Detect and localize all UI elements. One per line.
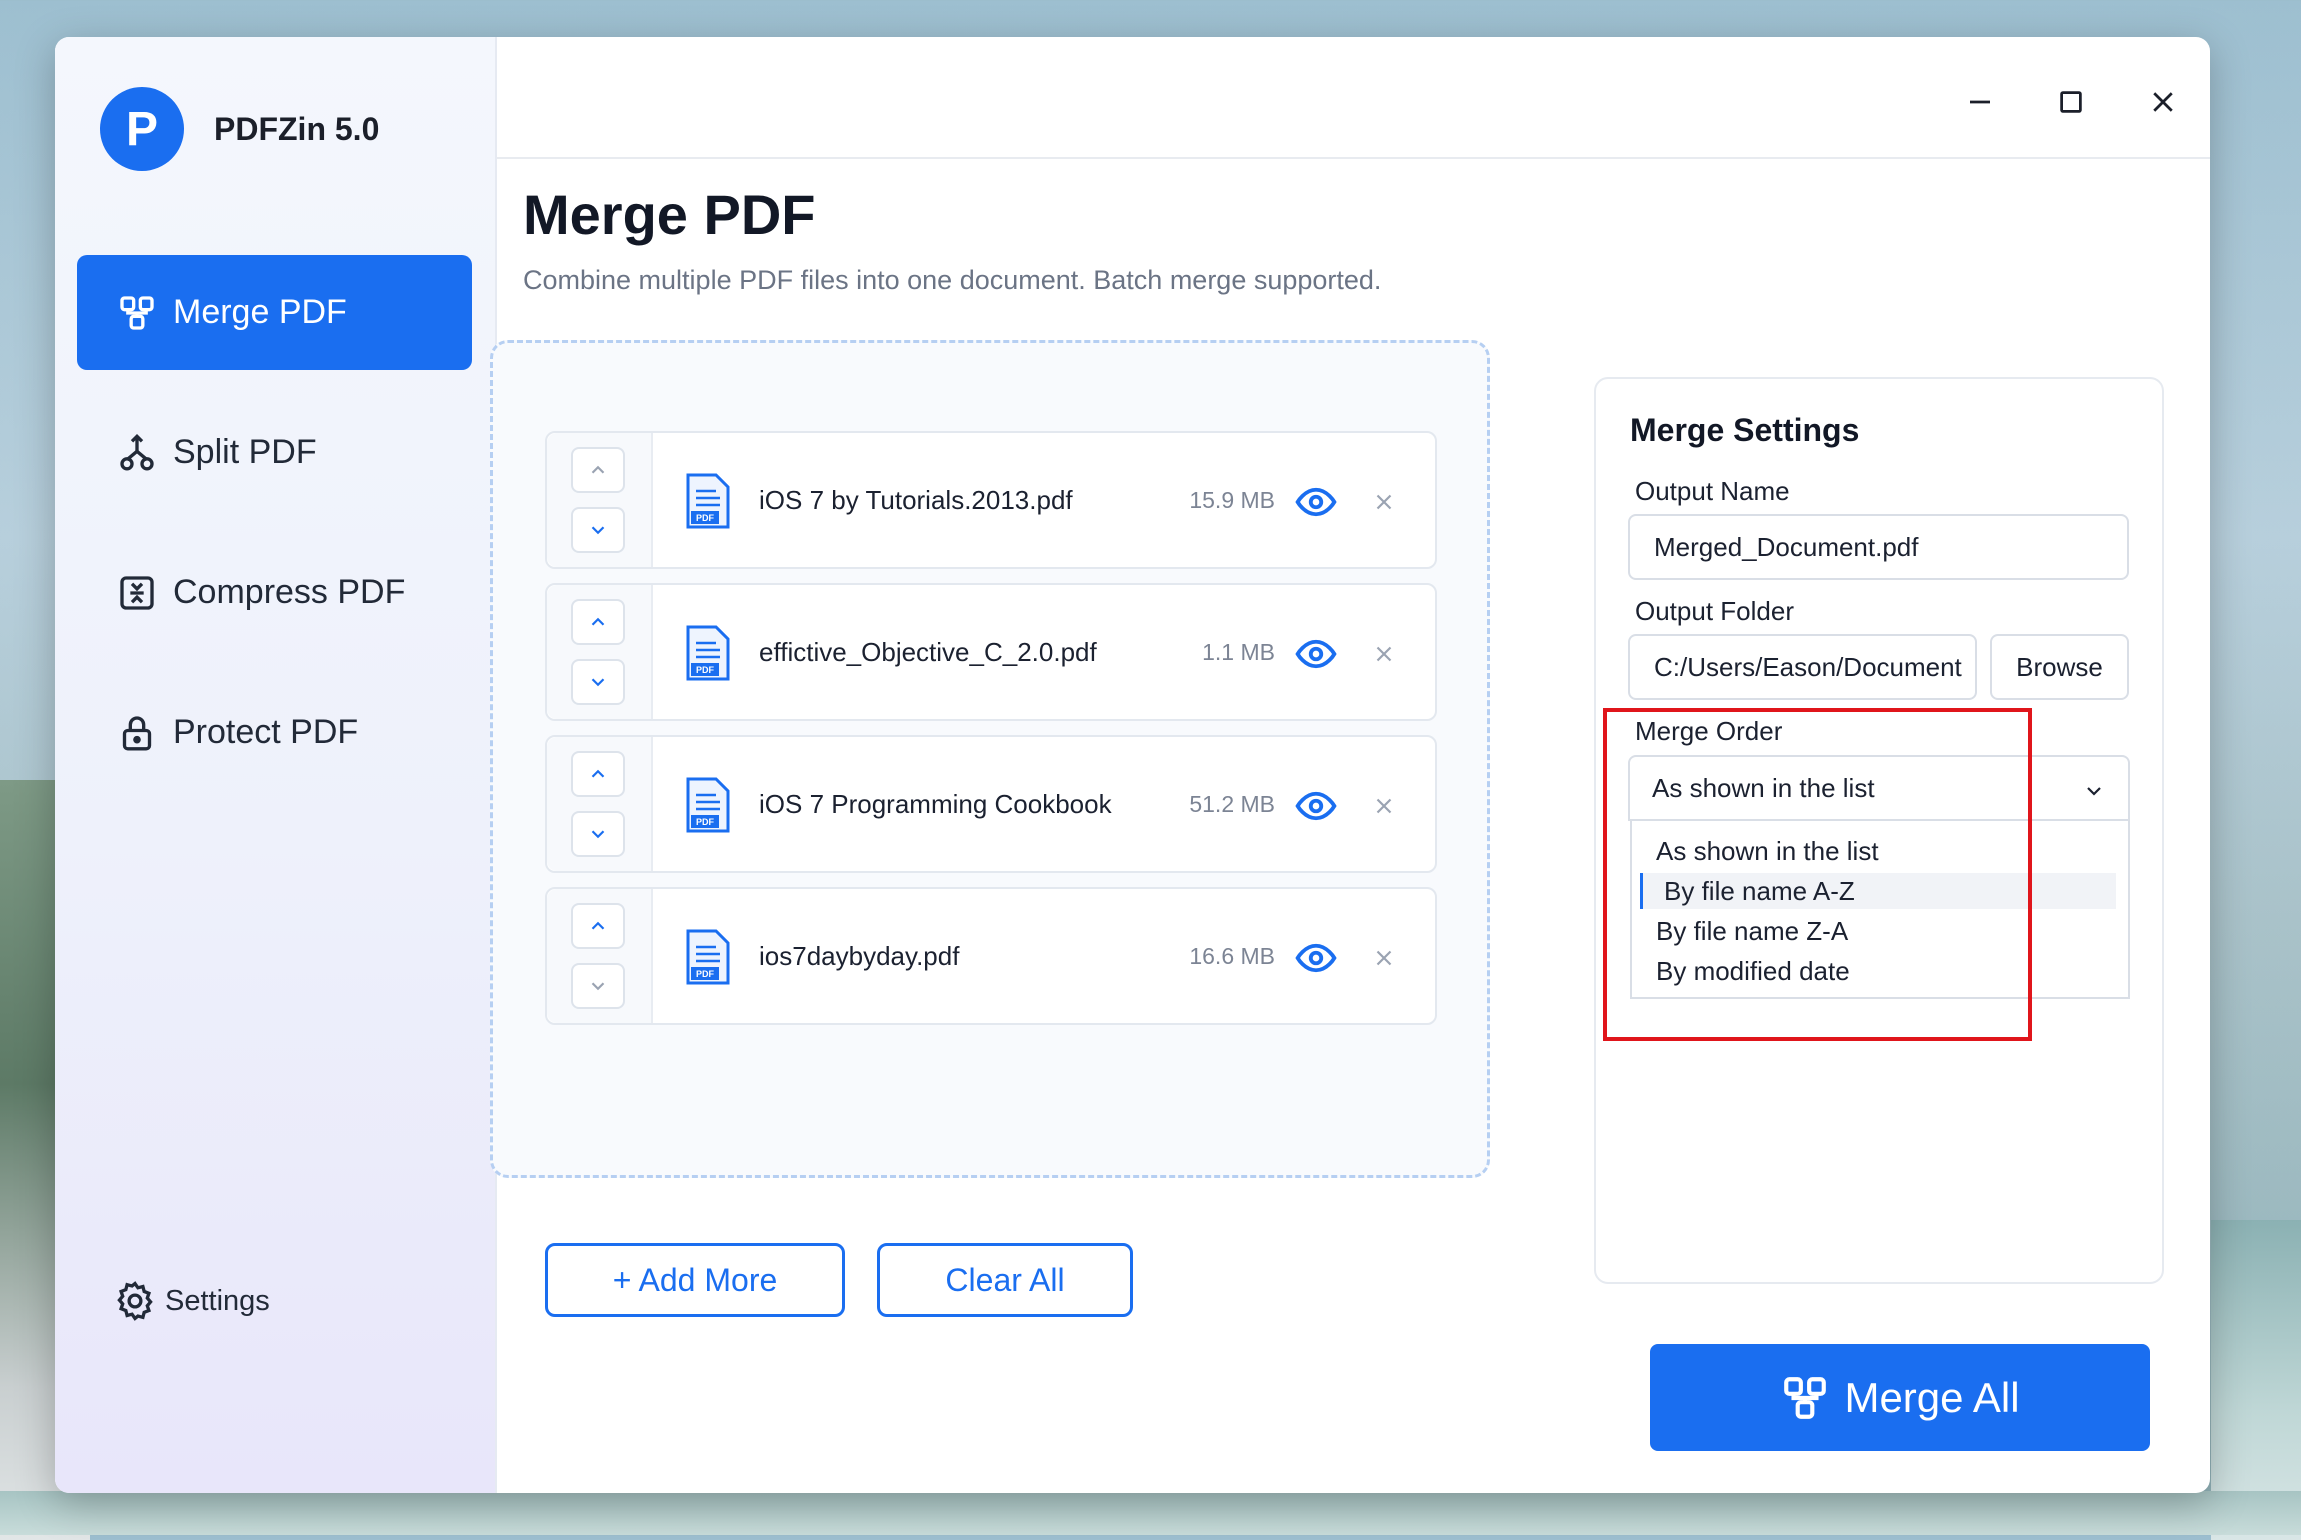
minimize-button[interactable]	[1955, 77, 2005, 127]
sidebar-item-protect-pdf[interactable]: Protect PDF	[77, 675, 472, 790]
pdf-file-icon: PDF	[686, 929, 730, 985]
move-up-button[interactable]	[571, 903, 625, 949]
merge-all-label: Merge All	[1844, 1373, 2020, 1421]
output-folder-label: Output Folder	[1635, 596, 1794, 626]
pdf-file-icon: PDF	[686, 777, 730, 833]
file-name: effictive_Objective_C_2.0.pdf	[759, 637, 1097, 667]
chevron-up-icon	[591, 617, 605, 626]
remove-file-icon[interactable]	[1371, 641, 1397, 667]
chevron-down-icon	[591, 678, 605, 687]
maximize-icon	[2060, 91, 2082, 113]
lock-icon	[122, 715, 152, 750]
remove-file-icon[interactable]	[1371, 793, 1397, 819]
merge-icon	[1784, 1376, 1827, 1419]
merge-order-option[interactable]: By file name A-Z	[1640, 873, 2116, 909]
sidebar-item-compress-pdf[interactable]: Compress PDF	[77, 535, 472, 650]
chevron-up-icon	[591, 465, 605, 474]
file-row[interactable]: PDF ios7daybyday.pdf 16.6 MB	[545, 887, 1437, 1025]
svg-text:PDF: PDF	[696, 969, 715, 979]
settings-label: Settings	[165, 1284, 270, 1317]
minimize-icon	[1970, 100, 1990, 104]
output-name-label: Output Name	[1635, 476, 1790, 506]
chevron-up-icon	[591, 921, 605, 930]
settings-button[interactable]: Settings	[113, 1279, 270, 1323]
merge-order-dropdown: As shown in the list By file name A-Z By…	[1630, 821, 2130, 999]
file-size: 51.2 MB	[1189, 791, 1275, 817]
chevron-down-icon	[2087, 787, 2101, 796]
merge-order-option[interactable]: By modified date	[1632, 953, 2116, 989]
file-row[interactable]: PDF iOS 7 Programming Cookbook 51.2 MB	[545, 735, 1437, 873]
sidebar-item-label: Split PDF	[173, 433, 317, 471]
close-icon	[2153, 92, 2173, 112]
file-name: ios7daybyday.pdf	[759, 941, 960, 971]
merge-order-label: Merge Order	[1635, 716, 1783, 746]
maximize-button[interactable]	[2046, 77, 2096, 127]
merge-all-button[interactable]: Merge All	[1650, 1344, 2150, 1451]
chevron-down-icon	[591, 982, 605, 991]
file-size: 15.9 MB	[1189, 487, 1275, 513]
file-row[interactable]: PDF iOS 7 by Tutorials.2013.pdf 15.9 MB	[545, 431, 1437, 569]
split-icon	[120, 433, 154, 470]
move-up-button[interactable]	[571, 599, 625, 645]
chevron-down-icon	[591, 830, 605, 839]
sidebar-item-label: Compress PDF	[173, 573, 406, 611]
preview-eye-icon[interactable]	[1295, 937, 1337, 979]
browse-button[interactable]: Browse	[1990, 634, 2129, 700]
close-window-button[interactable]	[2138, 77, 2188, 127]
preview-eye-icon[interactable]	[1295, 481, 1337, 523]
wallpaper-bottom	[0, 1491, 2301, 1535]
page-title: Merge PDF	[523, 183, 816, 246]
output-folder-input[interactable]: C:/Users/Eason/Document	[1628, 634, 1977, 700]
reorder-controls	[547, 585, 653, 719]
svg-text:PDF: PDF	[696, 665, 715, 675]
sidebar-item-label: Protect PDF	[173, 713, 359, 751]
sidebar-item-split-pdf[interactable]: Split PDF	[77, 395, 472, 510]
move-up-button[interactable]	[571, 447, 625, 493]
reorder-controls	[547, 433, 653, 567]
svg-text:PDF: PDF	[696, 817, 715, 827]
merge-order-select[interactable]: As shown in the list	[1628, 755, 2130, 821]
svg-text:PDF: PDF	[696, 513, 715, 523]
merge-order-option[interactable]: As shown in the list	[1632, 833, 2116, 869]
clear-all-button[interactable]: Clear All	[877, 1243, 1133, 1317]
page-subtitle: Combine multiple PDF files into one docu…	[523, 265, 1382, 295]
move-up-button[interactable]	[571, 751, 625, 797]
sidebar-item-label: Merge PDF	[173, 293, 347, 331]
app-logo: P	[100, 87, 184, 171]
file-name: iOS 7 by Tutorials.2013.pdf	[759, 485, 1073, 515]
chevron-up-icon	[591, 769, 605, 778]
remove-file-icon[interactable]	[1371, 945, 1397, 971]
gear-icon	[117, 1281, 153, 1321]
reorder-controls	[547, 737, 653, 871]
pdf-file-icon: PDF	[686, 473, 730, 529]
move-down-button[interactable]	[571, 659, 625, 705]
title-bar	[497, 37, 2210, 159]
remove-file-icon[interactable]	[1371, 489, 1397, 515]
compress-icon	[120, 575, 154, 610]
reorder-controls	[547, 889, 653, 1023]
sidebar-item-merge-pdf[interactable]: Merge PDF	[77, 255, 472, 370]
merge-order-selected: As shown in the list	[1652, 772, 1875, 803]
chevron-down-icon	[591, 526, 605, 535]
app-name: PDFZin 5.0	[214, 110, 380, 147]
merge-order-option[interactable]: By file name Z-A	[1632, 913, 2116, 949]
output-name-input[interactable]: Merged_Document.pdf	[1628, 514, 2129, 580]
move-down-button[interactable]	[571, 811, 625, 857]
move-down-button[interactable]	[571, 963, 625, 1009]
file-size: 1.1 MB	[1202, 639, 1275, 665]
file-size: 16.6 MB	[1189, 943, 1275, 969]
brand: P PDFZin 5.0	[100, 87, 379, 171]
file-name: iOS 7 Programming Cookbook	[759, 789, 1112, 819]
merge-settings-title: Merge Settings	[1630, 412, 1860, 448]
pdf-file-icon: PDF	[686, 625, 730, 681]
preview-eye-icon[interactable]	[1295, 785, 1337, 827]
file-row[interactable]: PDF effictive_Objective_C_2.0.pdf 1.1 MB	[545, 583, 1437, 721]
merge-icon	[120, 295, 154, 330]
preview-eye-icon[interactable]	[1295, 633, 1337, 675]
move-down-button[interactable]	[571, 507, 625, 553]
sidebar: P PDFZin 5.0 Merge PDF Split PDF Compres…	[55, 37, 497, 1493]
add-more-button[interactable]: + Add More	[545, 1243, 845, 1317]
